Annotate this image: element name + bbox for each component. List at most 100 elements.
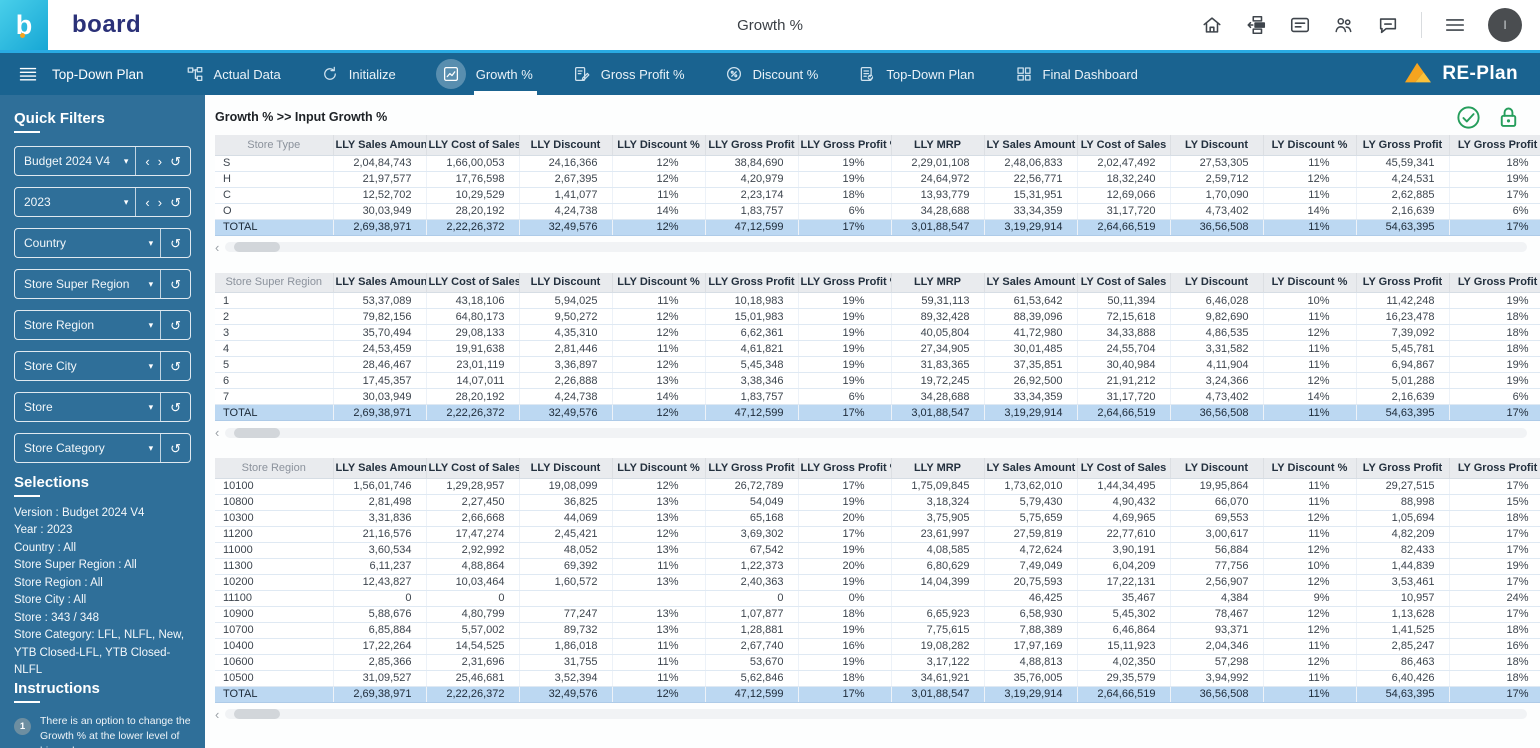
cell[interactable]: 2,69,38,971 xyxy=(333,404,427,421)
cell[interactable]: 6,94,867 xyxy=(1356,356,1450,373)
cell[interactable]: 11% xyxy=(1263,308,1357,325)
cell[interactable]: 13% xyxy=(612,574,706,591)
cell[interactable]: 7,88,389 xyxy=(984,622,1078,639)
filter-budget-2024-v4[interactable]: Budget 2024 V4 ▾ ‹ › ↺ xyxy=(14,146,191,176)
cell[interactable]: 6% xyxy=(1449,203,1540,220)
chevron-left-icon[interactable]: ‹ xyxy=(145,196,149,209)
tab-final-dashboard[interactable]: Final Dashboard xyxy=(1015,53,1138,95)
cell[interactable]: 1,29,28,957 xyxy=(426,478,520,495)
cell[interactable]: 2,16,639 xyxy=(1356,388,1450,405)
cell[interactable]: 2,40,363 xyxy=(705,574,799,591)
cell[interactable]: 2,22,26,372 xyxy=(426,219,520,236)
cell[interactable]: 2,64,66,519 xyxy=(1077,686,1171,703)
tab-discount[interactable]: Discount % xyxy=(725,53,818,95)
cell[interactable]: 7,49,049 xyxy=(984,558,1078,575)
cell[interactable]: 3,31,582 xyxy=(1170,340,1264,357)
cell[interactable]: 23,01,119 xyxy=(426,356,520,373)
scroll-left-icon[interactable]: ‹ xyxy=(215,241,219,254)
cell[interactable]: 3,19,29,914 xyxy=(984,219,1078,236)
cell[interactable]: 3,52,394 xyxy=(519,670,613,687)
cell[interactable]: 13% xyxy=(612,494,706,511)
cell[interactable]: 18% xyxy=(1449,510,1540,527)
cell[interactable]: 17% xyxy=(798,526,892,543)
cell[interactable]: 12,43,827 xyxy=(333,574,427,591)
cell[interactable]: 1,66,00,053 xyxy=(426,155,520,172)
cell[interactable]: 19,08,099 xyxy=(519,478,613,495)
cell[interactable]: 20,75,593 xyxy=(984,574,1078,591)
cell[interactable]: 2,16,639 xyxy=(1356,203,1450,220)
cell[interactable]: 24,55,704 xyxy=(1077,340,1171,357)
cell[interactable]: 47,12,599 xyxy=(705,404,799,421)
scroll-left-icon[interactable]: ‹ xyxy=(215,708,219,721)
cell[interactable]: 2,64,66,519 xyxy=(1077,404,1171,421)
cell[interactable]: 3,75,905 xyxy=(891,510,985,527)
cell[interactable]: 54,63,395 xyxy=(1356,219,1450,236)
cell[interactable]: 11% xyxy=(1263,638,1357,655)
filter-store[interactable]: Store ▾ ↺ xyxy=(14,392,191,422)
cell[interactable]: 0% xyxy=(798,590,892,607)
cell[interactable]: 11% xyxy=(612,638,706,655)
filter-country[interactable]: Country ▾ ↺ xyxy=(14,228,191,258)
cell[interactable]: 21,97,577 xyxy=(333,171,427,188)
cell[interactable]: 6,11,237 xyxy=(333,558,427,575)
cell[interactable]: 19% xyxy=(798,340,892,357)
horizontal-scrollbar[interactable]: ‹ xyxy=(215,708,1527,721)
cell[interactable]: 15% xyxy=(1449,494,1540,511)
cell[interactable]: 11% xyxy=(1263,494,1357,511)
cell[interactable]: 12% xyxy=(612,404,706,421)
cell[interactable]: 2,62,885 xyxy=(1356,187,1450,204)
cell[interactable]: 15,11,923 xyxy=(1077,638,1171,655)
cell[interactable]: 6,65,923 xyxy=(891,606,985,623)
cell[interactable]: 27,53,305 xyxy=(1170,155,1264,172)
cell[interactable]: 4,88,864 xyxy=(426,558,520,575)
cell[interactable]: 6,46,864 xyxy=(1077,622,1171,639)
cell[interactable]: 79,82,156 xyxy=(333,308,427,325)
users-icon[interactable] xyxy=(1333,14,1355,36)
cell[interactable]: 2,27,450 xyxy=(426,494,520,511)
cell[interactable]: 1,83,757 xyxy=(705,203,799,220)
cell[interactable]: 11,42,248 xyxy=(1356,292,1450,309)
filter-store-city[interactable]: Store City ▾ ↺ xyxy=(14,351,191,381)
cell[interactable] xyxy=(612,590,706,607)
cell[interactable]: 47,12,599 xyxy=(705,686,799,703)
cell[interactable]: 1,05,694 xyxy=(1356,510,1450,527)
cell[interactable]: 2,26,888 xyxy=(519,372,613,389)
cell[interactable]: 5,62,846 xyxy=(705,670,799,687)
cell[interactable]: 11% xyxy=(612,558,706,575)
cell[interactable]: 7,75,615 xyxy=(891,622,985,639)
cell[interactable]: 3,60,534 xyxy=(333,542,427,559)
cell[interactable]: 30,40,984 xyxy=(1077,356,1171,373)
cell[interactable]: 5,01,288 xyxy=(1356,372,1450,389)
cell[interactable]: 6,80,629 xyxy=(891,558,985,575)
filter-2023[interactable]: 2023 ▾ ‹ › ↺ xyxy=(14,187,191,217)
cell[interactable]: 6,62,361 xyxy=(705,324,799,341)
cell[interactable]: 69,392 xyxy=(519,558,613,575)
cell[interactable]: 31,17,720 xyxy=(1077,388,1171,405)
cell[interactable]: 5,57,002 xyxy=(426,622,520,639)
cell[interactable]: 59,31,113 xyxy=(891,292,985,309)
cell[interactable]: 22,56,771 xyxy=(984,171,1078,188)
cell[interactable]: 17,97,169 xyxy=(984,638,1078,655)
cell[interactable]: 4,73,402 xyxy=(1170,388,1264,405)
scrollbar-thumb[interactable] xyxy=(234,709,281,719)
cell[interactable]: 19% xyxy=(798,308,892,325)
cell[interactable]: 11% xyxy=(612,340,706,357)
cell[interactable]: 24% xyxy=(1449,590,1540,607)
cell[interactable]: 29,35,579 xyxy=(1077,670,1171,687)
cell[interactable]: 17% xyxy=(1449,478,1540,495)
cell[interactable]: 17,76,598 xyxy=(426,171,520,188)
cell[interactable]: 4,08,585 xyxy=(891,542,985,559)
cell[interactable]: 3,17,122 xyxy=(891,654,985,671)
cell[interactable]: 2,69,38,971 xyxy=(333,219,427,236)
cell[interactable]: 12% xyxy=(1263,510,1357,527)
cell[interactable]: 2,64,66,519 xyxy=(1077,219,1171,236)
cell[interactable]: 1,41,077 xyxy=(519,187,613,204)
cell[interactable]: 19% xyxy=(798,494,892,511)
cell[interactable]: 13% xyxy=(612,510,706,527)
cell[interactable]: 15,31,951 xyxy=(984,187,1078,204)
cell[interactable]: 12% xyxy=(1263,622,1357,639)
lock-icon[interactable] xyxy=(1495,104,1522,131)
cell[interactable]: 12% xyxy=(1263,542,1357,559)
cell[interactable]: 36,56,508 xyxy=(1170,404,1264,421)
cell[interactable]: 4,88,813 xyxy=(984,654,1078,671)
